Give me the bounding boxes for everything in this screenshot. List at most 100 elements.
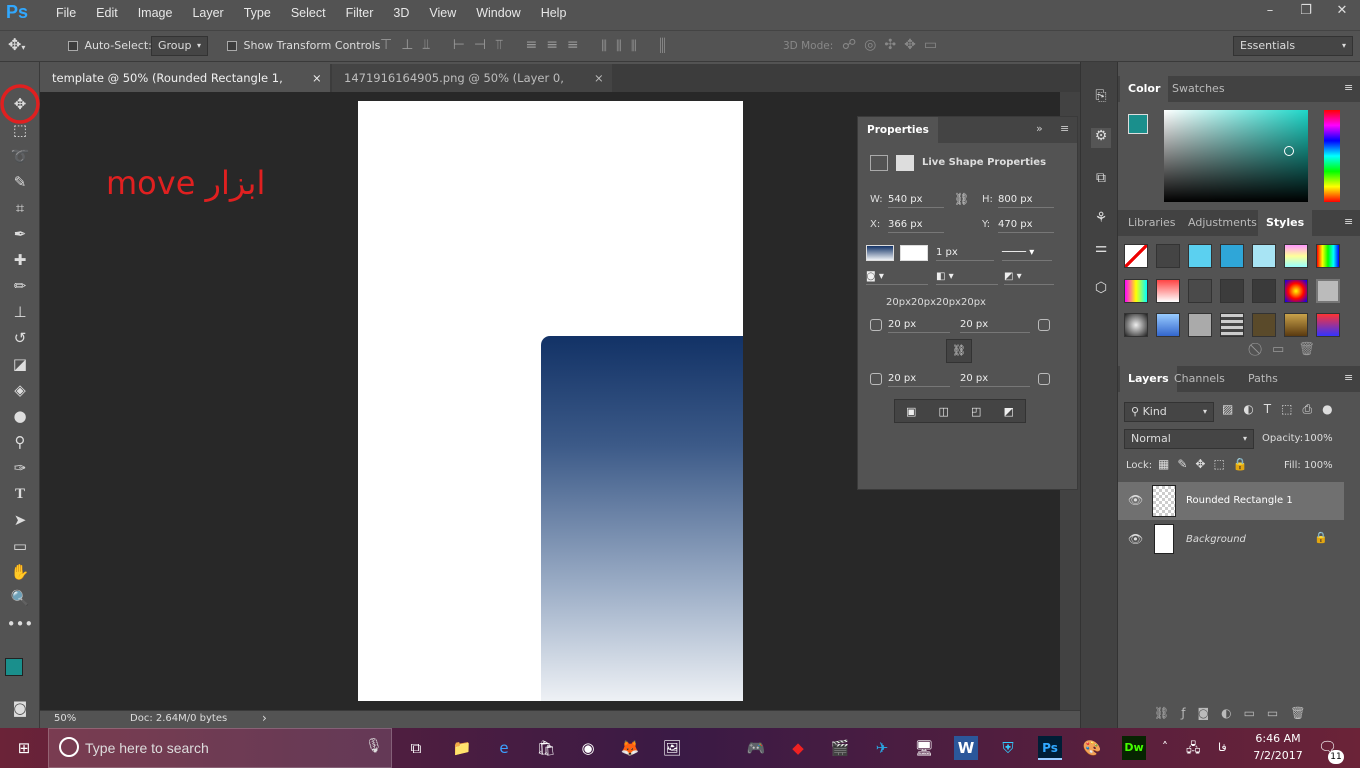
- style-item[interactable]: [1220, 313, 1244, 338]
- eraser-tool-icon[interactable]: ◪: [6, 352, 34, 376]
- restore-button[interactable]: ❐: [1288, 0, 1324, 24]
- stroke-caps-dropdown[interactable]: ◧ ▾: [936, 269, 998, 285]
- style-item[interactable]: [1316, 313, 1340, 338]
- menu-edit[interactable]: Edit: [86, 6, 128, 20]
- color-picker-cursor[interactable]: [1284, 146, 1294, 156]
- style-item[interactable]: [1124, 313, 1148, 338]
- layer-row[interactable]: 👁 Background 🔒: [1118, 521, 1344, 559]
- tray-chevron-icon[interactable]: ˄: [1162, 740, 1168, 754]
- taskbar-search[interactable]: Type here to search 🎙: [48, 728, 392, 768]
- dodge-tool-icon[interactable]: ⚲: [6, 430, 34, 454]
- panel-menu-icon[interactable]: ≡: [1060, 122, 1069, 135]
- show-transform-checkbox[interactable]: [227, 41, 237, 51]
- lock-icons[interactable]: ▦✎✥⬚🔒: [1158, 457, 1256, 471]
- stroke-swatch[interactable]: [900, 245, 928, 261]
- style-item[interactable]: [1284, 313, 1308, 338]
- layers-footer-icons[interactable]: ⛓ƒ◙◐▭▭🗑: [1154, 706, 1317, 720]
- tab-channels[interactable]: Channels: [1166, 366, 1233, 392]
- visibility-eye-icon[interactable]: 👁: [1128, 493, 1143, 507]
- tab-close-icon[interactable]: ×: [594, 64, 604, 92]
- menu-view[interactable]: View: [419, 6, 466, 20]
- close-button[interactable]: ✕: [1324, 0, 1360, 24]
- style-item[interactable]: [1220, 278, 1244, 303]
- layer-name[interactable]: Background: [1186, 534, 1246, 545]
- fill-swatch[interactable]: [866, 245, 894, 261]
- align-icons[interactable]: ⊤⊥⫫ ⊢⊣⫪ ≡≡≡ ⫴⫴⫴ ⫼: [380, 37, 675, 53]
- app-icon[interactable]: 🎬: [828, 736, 852, 760]
- tab-swatches[interactable]: Swatches: [1164, 76, 1233, 102]
- word-icon[interactable]: W: [954, 736, 978, 760]
- hand-tool-icon[interactable]: ✋: [6, 560, 34, 584]
- foreground-color-swatch[interactable]: [5, 658, 23, 676]
- firefox-icon[interactable]: 🦊: [618, 736, 642, 760]
- zoom-level[interactable]: 50%: [54, 713, 76, 724]
- panel-menu-icon[interactable]: ≡: [1344, 371, 1353, 384]
- menu-select[interactable]: Select: [281, 6, 336, 20]
- tab-libraries[interactable]: Libraries: [1120, 210, 1184, 236]
- height-field[interactable]: 800 px: [998, 192, 1054, 208]
- fill-value[interactable]: 100%: [1304, 460, 1333, 471]
- styles-footer-icons[interactable]: ⃠▭🗑: [1258, 342, 1329, 357]
- menu-help[interactable]: Help: [531, 6, 577, 20]
- quick-mask-icon[interactable]: ◙: [6, 696, 34, 720]
- style-item[interactable]: [1316, 244, 1340, 268]
- blur-tool-icon[interactable]: ●: [6, 404, 34, 428]
- style-item[interactable]: [1220, 244, 1244, 268]
- menu-window[interactable]: Window: [466, 6, 530, 20]
- style-none[interactable]: [1124, 244, 1148, 268]
- corner-tr-field[interactable]: 20 px: [960, 317, 1030, 333]
- path-select-icon[interactable]: ➤: [6, 508, 34, 532]
- align-stroke-dropdown[interactable]: ◙ ▾: [866, 269, 928, 285]
- app-red-icon[interactable]: ◆: [786, 736, 810, 760]
- status-menu-arrow[interactable]: ›: [262, 711, 267, 725]
- menu-layer[interactable]: Layer: [182, 6, 233, 20]
- task-view-icon[interactable]: ⧉: [404, 736, 428, 760]
- adjust-icon[interactable]: ⚌: [1091, 240, 1111, 260]
- language-indicator[interactable]: فا: [1218, 741, 1227, 754]
- tab-template[interactable]: template @ 50% (Rounded Rectangle 1, RGB…: [40, 64, 330, 113]
- type-tool-icon[interactable]: T: [6, 482, 34, 506]
- brush-tool-icon[interactable]: ✏: [6, 274, 34, 298]
- clock-date[interactable]: 7/2/2017: [1250, 749, 1306, 762]
- style-item[interactable]: [1124, 278, 1148, 303]
- layer-row[interactable]: 👁 Rounded Rectangle 1: [1118, 482, 1344, 520]
- color-fg-swatch[interactable]: [1128, 114, 1148, 134]
- pen-tool-icon[interactable]: ✑: [6, 456, 34, 480]
- menu-file[interactable]: File: [46, 6, 86, 20]
- stroke-type-dropdown[interactable]: ──── ▾: [1002, 245, 1052, 261]
- move-tool-preset-icon[interactable]: ✥▾: [8, 35, 48, 57]
- panel-menu-icon[interactable]: ≡: [1344, 215, 1353, 228]
- layer-name[interactable]: Rounded Rectangle 1: [1186, 495, 1293, 506]
- subtract-icon[interactable]: ◫: [939, 405, 949, 418]
- layer-filter-dropdown[interactable]: ⚲ Kind ▾: [1124, 402, 1214, 422]
- history-brush-icon[interactable]: ↺: [6, 326, 34, 350]
- x-field[interactable]: 366 px: [888, 217, 944, 233]
- workspace-dropdown[interactable]: Essentials ▾: [1233, 36, 1353, 56]
- intersect-icon[interactable]: ◰: [971, 405, 981, 418]
- crop-tool-icon[interactable]: ⌗: [6, 196, 34, 220]
- edge-icon[interactable]: e: [492, 736, 516, 760]
- tab-color[interactable]: Color: [1120, 76, 1169, 102]
- game-icon[interactable]: 🎮: [744, 736, 768, 760]
- collapse-icon[interactable]: »: [1036, 122, 1043, 135]
- menu-filter[interactable]: Filter: [336, 6, 384, 20]
- clone-stamp-icon[interactable]: ⊥: [6, 300, 34, 324]
- zoom-tool-icon[interactable]: 🔍: [6, 586, 34, 610]
- path-operations[interactable]: ▣ ◫ ◰ ◩: [894, 399, 1026, 423]
- style-item[interactable]: [1156, 244, 1180, 268]
- app-icon[interactable]: 🖥: [912, 736, 936, 760]
- exclude-icon[interactable]: ◩: [1004, 405, 1014, 418]
- combine-icon[interactable]: ▣: [906, 405, 916, 418]
- microphone-icon[interactable]: 🎙: [365, 738, 383, 754]
- file-explorer-icon[interactable]: 📁: [450, 736, 474, 760]
- 3d-panel-icon[interactable]: ⬡: [1091, 280, 1111, 300]
- paint-icon[interactable]: 🎨: [1080, 736, 1104, 760]
- y-field[interactable]: 470 px: [998, 217, 1054, 233]
- tab-paths[interactable]: Paths: [1240, 366, 1286, 392]
- corner-tl-field[interactable]: 20 px: [888, 317, 950, 333]
- eyedropper-tool-icon[interactable]: ✒: [6, 222, 34, 246]
- telegram-icon[interactable]: ✈: [870, 736, 894, 760]
- stroke-width-dropdown[interactable]: 1 px: [936, 245, 994, 261]
- auto-select-checkbox[interactable]: [68, 41, 78, 51]
- paint-bucket-icon[interactable]: ◈: [6, 378, 34, 402]
